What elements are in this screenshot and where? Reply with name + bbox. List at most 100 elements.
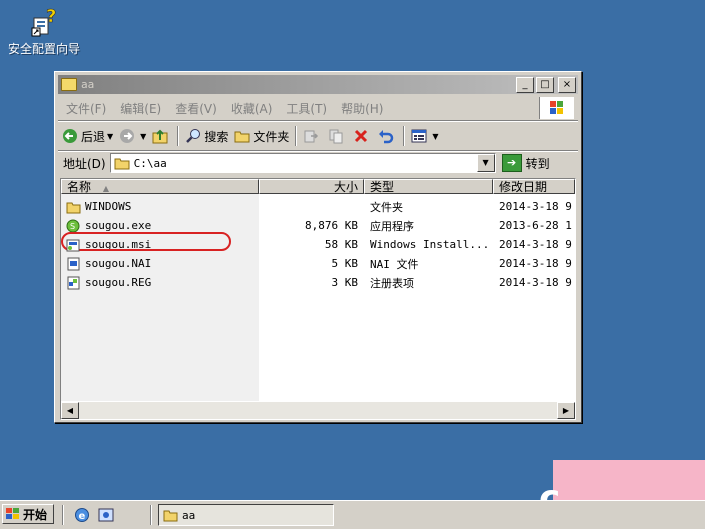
taskbar-window-title: aa xyxy=(182,508,196,522)
column-date[interactable]: 修改日期 xyxy=(493,179,575,194)
menu-help[interactable]: 帮助(H) xyxy=(334,100,390,117)
desktop-icon-security-wizard[interactable]: ? 安全配置向导 xyxy=(2,6,86,57)
title-bar[interactable]: aa _ □ × xyxy=(58,75,578,94)
minimize-button[interactable]: _ xyxy=(516,76,534,93)
desktop-icon-label: 安全配置向导 xyxy=(7,42,80,56)
file-type: Windows Install... xyxy=(370,238,490,251)
list-item[interactable]: sougou.msi 58 KB Windows Install... 2014… xyxy=(61,232,575,254)
file-date: 2013-6-28 1 xyxy=(499,219,572,232)
move-to-icon xyxy=(303,128,319,144)
undo-button[interactable] xyxy=(375,125,400,147)
menu-tools[interactable]: 工具(T) xyxy=(279,100,334,117)
scroll-left-icon[interactable]: ◀ xyxy=(61,402,79,419)
toolbar-separator xyxy=(403,126,406,146)
folder-icon xyxy=(163,508,178,522)
file-date: 2014-3-18 9 xyxy=(499,238,572,251)
back-arrow-icon xyxy=(62,128,78,144)
file-size: 5 KB xyxy=(331,257,359,270)
svg-text:e: e xyxy=(79,511,86,522)
file-name: WINDOWS xyxy=(85,200,132,213)
windows-flag-icon xyxy=(6,508,20,520)
go-label: 转到 xyxy=(525,156,550,171)
folder-icon xyxy=(114,155,130,171)
undo-icon xyxy=(378,128,394,144)
menu-view[interactable]: 查看(V) xyxy=(168,100,224,117)
folders-label: 文件夹 xyxy=(253,129,290,144)
file-size: 8,876 KB xyxy=(305,219,358,232)
scroll-right-icon[interactable]: ▶ xyxy=(557,402,575,419)
taskbar: 开始 e aa xyxy=(0,500,705,529)
file-name: sougou.NAI xyxy=(85,257,152,270)
taskbar-window-button[interactable]: aa xyxy=(158,504,334,526)
file-type: 注册表项 xyxy=(370,276,414,290)
views-dropdown-icon[interactable]: ▼ xyxy=(432,132,438,141)
views-button[interactable]: ▼ xyxy=(408,125,441,147)
forward-button[interactable]: ▼ xyxy=(116,125,149,147)
close-button[interactable]: × xyxy=(558,76,576,93)
list-item[interactable]: sougou.REG 3 KB 注册表项 2014-3-18 9 xyxy=(61,273,575,292)
start-button[interactable]: 开始 xyxy=(2,504,54,524)
search-icon xyxy=(185,128,201,144)
file-type: 文件夹 xyxy=(370,200,403,214)
horizontal-scrollbar[interactable]: ◀ ▶ xyxy=(61,402,575,419)
forward-arrow-icon xyxy=(119,128,135,144)
column-size[interactable]: 大小 xyxy=(259,179,364,194)
toolbar-separator xyxy=(295,126,298,146)
up-folder-button[interactable] xyxy=(149,125,174,147)
column-type[interactable]: 类型 xyxy=(364,179,493,194)
explorer-window: aa _ □ × 文件(F) 编辑(E) 查看(V) 收藏(A) 工具(T) 帮… xyxy=(54,71,582,423)
maximize-button[interactable]: □ xyxy=(536,76,554,93)
column-header: 名称 ▲ 大小 类型 修改日期 xyxy=(61,179,575,196)
back-label: 后退 xyxy=(81,129,106,144)
start-label: 开始 xyxy=(23,507,48,522)
toolbar-separator xyxy=(177,126,180,146)
msi-icon xyxy=(66,238,81,252)
highlight-circle xyxy=(61,232,231,251)
forward-dropdown-icon[interactable]: ▼ xyxy=(140,132,146,141)
file-date: 2014-3-18 9 xyxy=(499,200,572,213)
windows-logo-icon xyxy=(539,97,574,119)
nai-icon xyxy=(66,257,81,271)
svg-text:?: ? xyxy=(46,6,56,27)
list-item[interactable]: WINDOWS 文件夹 2014-3-18 9 xyxy=(61,197,575,216)
show-desktop-icon[interactable] xyxy=(98,507,114,523)
taskbar-separator xyxy=(150,505,152,525)
column-name[interactable]: 名称 ▲ xyxy=(61,179,259,194)
menu-favorites[interactable]: 收藏(A) xyxy=(224,100,280,117)
move-to-button[interactable] xyxy=(300,125,325,147)
sort-ascending-icon: ▲ xyxy=(102,184,109,193)
file-list[interactable]: 名称 ▲ 大小 类型 修改日期 WINDOWS 文件夹 2014-3-18 9 xyxy=(60,178,576,420)
folder-icon xyxy=(66,200,81,214)
go-button[interactable]: ➔ 转到 xyxy=(501,154,550,172)
menu-edit[interactable]: 编辑(E) xyxy=(113,100,168,117)
folders-button[interactable]: 文件夹 xyxy=(231,125,292,147)
back-dropdown-icon[interactable]: ▼ xyxy=(107,132,113,141)
svg-text:S: S xyxy=(70,222,75,231)
search-button[interactable]: 搜索 xyxy=(182,125,231,147)
folders-icon xyxy=(234,128,250,144)
file-date: 2014-3-18 9 xyxy=(499,276,572,289)
search-label: 搜索 xyxy=(204,129,229,144)
folder-icon xyxy=(61,78,77,91)
file-size: 58 KB xyxy=(324,238,358,251)
back-button[interactable]: 后退 ▼ xyxy=(59,125,116,147)
copy-to-icon xyxy=(328,128,344,144)
address-dropdown-icon[interactable]: ▼ xyxy=(476,154,495,172)
file-rows: WINDOWS 文件夹 2014-3-18 9 S sougou.exe 8,8… xyxy=(61,197,575,292)
file-name: sougou.exe xyxy=(85,219,152,232)
copy-to-button[interactable] xyxy=(325,125,350,147)
security-wizard-icon: ? xyxy=(28,6,60,38)
address-input[interactable]: C:\aa ▼ xyxy=(109,153,496,173)
up-folder-icon xyxy=(152,128,168,144)
file-type: NAI 文件 xyxy=(370,257,419,271)
file-name: sougou.REG xyxy=(85,276,152,289)
internet-explorer-icon[interactable]: e xyxy=(74,507,90,523)
file-type: 应用程序 xyxy=(370,219,414,233)
list-item[interactable]: sougou.NAI 5 KB NAI 文件 2014-3-18 9 xyxy=(61,254,575,273)
menu-file[interactable]: 文件(F) xyxy=(59,100,113,117)
reg-icon xyxy=(66,276,81,290)
delete-button[interactable] xyxy=(350,125,375,147)
go-arrow-icon: ➔ xyxy=(501,154,522,172)
toolbar: 后退 ▼ ▼ 搜索 文件夹 ▼ xyxy=(59,122,577,150)
scroll-track[interactable] xyxy=(79,402,557,419)
